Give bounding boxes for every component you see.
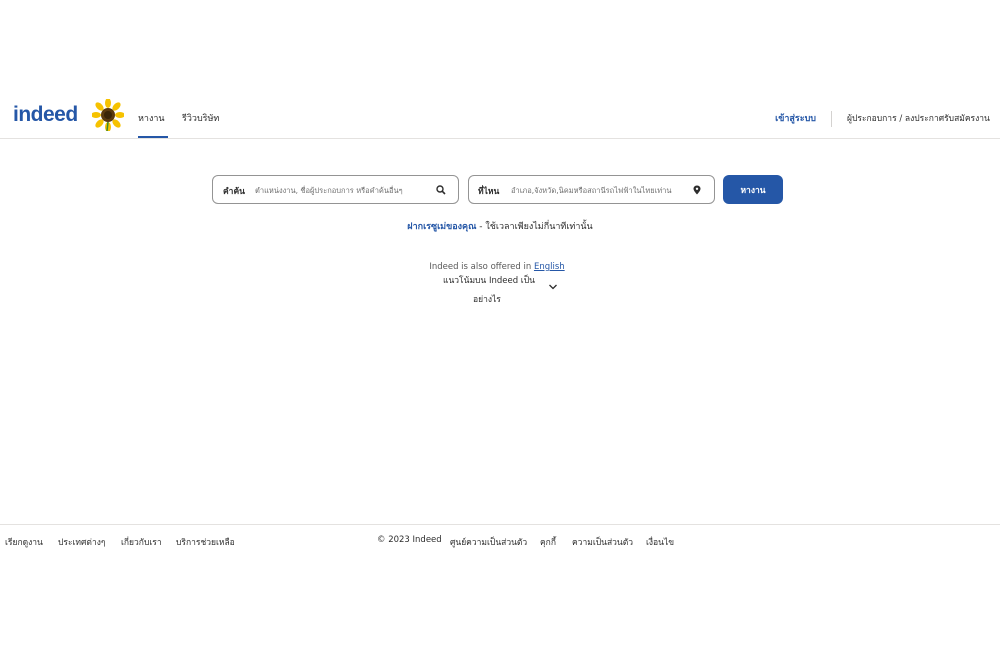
location-pin-icon bbox=[693, 185, 701, 195]
signin-link[interactable]: เข้าสู่ระบบ bbox=[775, 111, 816, 125]
resume-subtext: - ใช้เวลาเพียงไม่กี่นาทีเท่านั้น bbox=[476, 222, 593, 232]
tab-find-jobs[interactable]: หางาน bbox=[138, 111, 165, 125]
footer-cookies-link[interactable]: คุกกี้ bbox=[540, 535, 556, 549]
language-offer: Indeed is also offered in English bbox=[0, 262, 994, 272]
footer-privacy-link[interactable]: ความเป็นส่วนตัว bbox=[572, 535, 633, 549]
active-tab-indicator bbox=[138, 136, 168, 138]
find-jobs-button[interactable]: หางาน bbox=[723, 175, 783, 204]
footer-terms-link[interactable]: เงื่อนไข bbox=[646, 535, 674, 549]
footer: เรียกดูงาน ประเทศต่างๆ เกี่ยวกับเรา บริก… bbox=[0, 524, 1000, 554]
where-label: ที่ไหน bbox=[478, 187, 500, 197]
top-navigation: indeed หางาน รีวิวบริษัท เข้าสู่ระบบ ผู้… bbox=[0, 98, 1000, 139]
employers-post-job-link[interactable]: ผู้ประกอบการ / ลงประกาศรับสมัครงาน bbox=[847, 111, 990, 125]
footer-privacy-center-link[interactable]: ศูนย์ความเป็นส่วนตัว bbox=[450, 535, 527, 549]
footer-copyright: © 2023 Indeed bbox=[377, 535, 442, 545]
resume-upload-line: ฝากเรซูเม่ของคุณ - ใช้เวลาเพียงไม่กี่นาท… bbox=[0, 219, 1000, 233]
post-resume-link[interactable]: ฝากเรซูเม่ของคุณ bbox=[407, 222, 476, 232]
footer-about-link[interactable]: เกี่ยวกับเรา bbox=[121, 535, 162, 549]
search-icon bbox=[436, 185, 446, 195]
indeed-logo[interactable]: indeed bbox=[13, 103, 78, 127]
what-input[interactable] bbox=[255, 182, 430, 198]
where-input[interactable] bbox=[511, 182, 689, 198]
sunflower-logo-icon bbox=[92, 99, 124, 131]
what-label: คำค้น bbox=[223, 187, 245, 197]
footer-countries-link[interactable]: ประเทศต่างๆ bbox=[58, 535, 105, 549]
header-divider bbox=[831, 111, 832, 127]
english-language-link[interactable]: English bbox=[534, 262, 565, 272]
language-prefix: Indeed is also offered in bbox=[429, 262, 534, 272]
tab-company-reviews[interactable]: รีวิวบริษัท bbox=[182, 111, 219, 125]
what-search-field[interactable]: คำค้น bbox=[212, 175, 459, 204]
feedback-prompt-line1[interactable]: แนวโน้มบน Indeed เป็น bbox=[443, 273, 535, 287]
where-search-field[interactable]: ที่ไหน bbox=[468, 175, 715, 204]
page: indeed หางาน รีวิวบริษัท เข้าสู่ระบบ ผู้… bbox=[0, 0, 1000, 650]
chevron-down-icon[interactable] bbox=[548, 282, 558, 292]
footer-help-link[interactable]: บริการช่วยเหลือ bbox=[176, 535, 235, 549]
footer-browse-jobs-link[interactable]: เรียกดูงาน bbox=[5, 535, 43, 549]
feedback-prompt-line2[interactable]: อย่างไร bbox=[473, 292, 501, 306]
logo-text: indeed bbox=[13, 103, 78, 126]
